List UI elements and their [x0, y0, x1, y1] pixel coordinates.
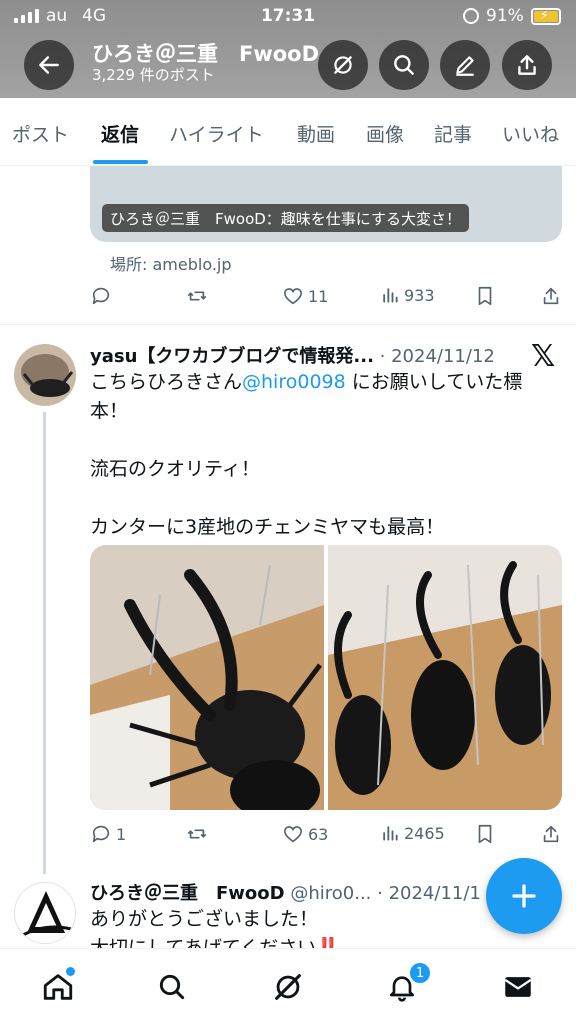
pencil-icon — [456, 56, 474, 76]
retweet-button[interactable] — [186, 823, 208, 845]
views-button[interactable]: 2465 — [380, 823, 445, 843]
search-icon — [159, 974, 185, 1000]
reply-button[interactable] — [90, 285, 112, 307]
share-icon — [543, 287, 559, 305]
bookmark-icon — [478, 824, 492, 844]
reply-icon — [92, 287, 110, 305]
tweet-text-line — [90, 484, 560, 513]
reply-button[interactable]: 1 — [90, 823, 126, 845]
tab-posts[interactable]: ポスト — [12, 120, 69, 147]
nav-grok[interactable] — [268, 967, 308, 1007]
heart-icon — [283, 826, 303, 843]
tweet-actions: 11 933 — [90, 285, 562, 311]
tweet-text-line — [90, 426, 560, 455]
tweet-date[interactable]: · 2024/11/12 — [380, 346, 495, 367]
tweet-text-part: こちらひろきさん — [90, 371, 243, 393]
tab-replies[interactable]: 返信 — [101, 120, 139, 147]
tweet-actions: 1 63 2465 — [90, 823, 562, 849]
active-tab-indicator — [93, 160, 148, 164]
arrow-left-icon — [39, 56, 59, 74]
mention-link[interactable]: @hiro0098 — [242, 371, 346, 393]
tweet-header: yasu【クワカブブログで情報発... · 2024/11/12 — [90, 342, 495, 368]
retweet-icon — [187, 291, 207, 301]
share-button[interactable] — [502, 40, 552, 90]
reply-text-line: ありがとうございました！ — [90, 908, 319, 930]
tab-articles[interactable]: 記事 — [434, 120, 472, 147]
battery-percent: 91% — [486, 6, 524, 26]
tab-highlights[interactable]: ハイライト — [169, 120, 264, 147]
tweet-media — [90, 545, 562, 810]
home-unread-dot — [66, 967, 75, 976]
tab-videos[interactable]: 動画 — [297, 120, 335, 147]
like-button[interactable]: 63 — [282, 823, 328, 845]
compose-button[interactable] — [486, 858, 562, 934]
battery-icon — [531, 8, 561, 25]
beetle-photo — [328, 545, 562, 810]
tweet-text-line: 本！ — [90, 400, 129, 422]
bookmark-button[interactable] — [474, 823, 496, 845]
edit-button[interactable] — [440, 40, 490, 90]
author-name[interactable]: yasu【クワカブブログで情報発... — [90, 346, 374, 367]
plus-icon — [512, 884, 536, 908]
grok-button[interactable] — [318, 40, 368, 90]
bookmark-icon — [478, 286, 492, 306]
search-icon — [394, 55, 414, 75]
avatar-image — [14, 344, 76, 406]
status-bar: au 4G 17:31 91% — [0, 6, 576, 28]
like-count: 63 — [308, 824, 329, 844]
media-photo-1[interactable] — [90, 545, 324, 810]
share-tweet-button[interactable] — [540, 285, 562, 307]
reply-author-name[interactable]: ひろき＠三重 FwooD — [90, 883, 285, 904]
fwood-logo-icon — [15, 883, 75, 943]
bookmark-button[interactable] — [474, 285, 496, 307]
views-icon — [383, 826, 398, 841]
rotation-lock-icon — [463, 8, 479, 24]
share-tweet-button[interactable] — [540, 823, 562, 845]
reply-header: ひろき＠三重 FwooD @hiro0... · 2024/11/1 — [90, 879, 481, 905]
profile-header-banner: au 4G 17:31 91% ひろき＠三重 FwooD 3,229 件のポスト — [0, 0, 576, 98]
profile-tabs: ポスト 返信 ハイライト 動画 画像 記事 いいね — [0, 98, 576, 166]
reply-count: 1 — [116, 824, 127, 844]
grok-icon — [334, 56, 352, 74]
nav-notifications[interactable]: 1 — [382, 961, 432, 1007]
share-icon — [543, 825, 559, 843]
tab-images[interactable]: 画像 — [366, 120, 404, 147]
notification-badge: 1 — [408, 961, 432, 985]
link-card-title: ひろき＠三重 FwooD：趣味を仕事にする大変さ！ — [102, 204, 469, 232]
back-button[interactable] — [24, 40, 74, 90]
tweet-text-line: 流石のクオリティ！ — [90, 458, 260, 480]
retweet-icon — [187, 829, 207, 839]
post-count: 3,229 件のポスト — [92, 66, 215, 84]
nav-messages[interactable] — [498, 967, 538, 1007]
grok-icon — [275, 974, 301, 1000]
tweet-text: こちらひろきさん@hiro0098 にお願いしていた標 本！ 流石のクオリティ！… — [90, 368, 560, 542]
views-button[interactable]: 933 — [380, 285, 435, 305]
like-button[interactable]: 11 — [282, 285, 328, 307]
media-photo-2[interactable] — [328, 545, 562, 810]
reply-date[interactable]: · 2024/11/1 — [377, 883, 481, 904]
view-count: 2465 — [404, 823, 445, 843]
avatar[interactable] — [14, 344, 76, 406]
thread-line — [43, 412, 46, 874]
like-count: 11 — [308, 286, 329, 306]
views-icon — [383, 288, 398, 303]
heart-icon — [283, 288, 303, 305]
search-button[interactable] — [379, 40, 429, 90]
nav-home[interactable] — [38, 967, 78, 1007]
link-source[interactable]: 場所: ameblo.jp — [110, 251, 232, 275]
reply-avatar[interactable] — [14, 882, 76, 944]
share-icon — [518, 55, 536, 75]
reply-icon — [92, 825, 110, 843]
bottom-nav: 1 — [0, 948, 576, 1024]
reply-handle[interactable]: @hiro0... — [290, 883, 371, 904]
tab-likes[interactable]: いいね — [502, 120, 559, 147]
view-count: 933 — [404, 285, 435, 305]
nav-search[interactable] — [152, 967, 192, 1007]
retweet-button[interactable] — [186, 285, 208, 307]
tweet-text-line: カンターに3産地のチェンミヤマも最高！ — [90, 516, 445, 538]
tweet-divider — [0, 324, 576, 325]
mail-icon — [504, 977, 532, 997]
tweet-text-part: にお願いしていた標 — [345, 371, 523, 393]
beetle-photo — [90, 545, 324, 810]
